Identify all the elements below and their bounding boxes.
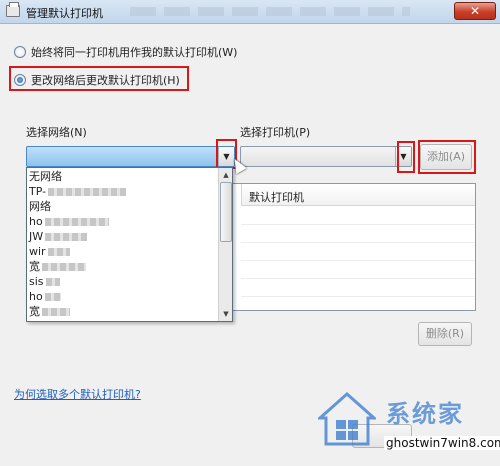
option-always-same[interactable]: 始终将同一打印机用作我的默认打印机(W) (14, 44, 237, 60)
close-button[interactable]: ✕ (454, 2, 496, 20)
select-printer-label: 选择打印机(P) (240, 126, 311, 139)
printer-icon (6, 2, 20, 17)
network-dropdown-list[interactable]: 无网络 TP- 网络 ho JW wir 宽 sis ho 宽 ▲ ▼ (26, 167, 233, 322)
window-title: 管理默认打印机 (26, 7, 103, 20)
network-combobox[interactable]: ▼ (26, 146, 235, 167)
grid-line (241, 296, 475, 297)
list-item[interactable]: sis (29, 274, 60, 289)
list-item[interactable]: 无网络 (29, 169, 62, 184)
blurred-text (45, 233, 88, 241)
radio-always-same[interactable] (14, 46, 26, 58)
printer-combobox[interactable]: ▼ (240, 146, 412, 167)
scroll-thumb[interactable] (220, 182, 232, 242)
watermark-url: ghostwin7win8.com (384, 436, 500, 450)
blurred-text (45, 278, 60, 286)
delete-button[interactable]: 删除(R) (418, 322, 472, 346)
grid-line (241, 278, 475, 279)
highlight-box-add-button (418, 140, 476, 174)
blurred-text (42, 263, 86, 271)
grid-line (241, 224, 475, 225)
option-always-same-label: 始终将同一打印机用作我的默认打印机(W) (31, 46, 238, 59)
option-change-on-network-label: 更改网络后更改默认打印机(H) (31, 74, 180, 87)
option-change-on-network[interactable]: 更改网络后更改默认打印机(H) (14, 72, 180, 88)
blurred-text (44, 218, 109, 226)
windows-logo-icon (318, 392, 376, 446)
list-item[interactable]: ho (29, 289, 61, 304)
select-network-label: 选择网络(N) (26, 126, 87, 139)
radio-change-on-network[interactable] (14, 74, 26, 86)
scroll-up-arrow-icon[interactable]: ▲ (220, 169, 232, 181)
grid-line (241, 260, 475, 261)
scroll-down-arrow-icon[interactable]: ▼ (220, 308, 232, 320)
printer-list-header: 默认打印机 (241, 184, 475, 206)
watermark-text: 系统家 (386, 400, 464, 428)
list-item[interactable]: ho (29, 214, 109, 229)
list-item[interactable]: wir (29, 244, 70, 259)
list-item[interactable]: 网络 (29, 199, 51, 214)
title-bar: 管理默认打印机 ✕ (0, 0, 500, 24)
blurred-title-region (130, 7, 410, 16)
list-item[interactable]: JW (29, 229, 88, 244)
blurred-text (42, 308, 70, 316)
dropdown-scrollbar[interactable]: ▲ ▼ (218, 168, 232, 321)
list-item[interactable]: 宽 (29, 259, 86, 274)
blurred-text (44, 293, 61, 301)
highlight-box-printer-arrow (397, 141, 415, 173)
list-item[interactable]: TP- (29, 184, 127, 199)
blurred-text (48, 188, 127, 196)
blurred-text (47, 248, 70, 256)
help-link[interactable]: 为何选取多个默认打印机? (14, 386, 141, 402)
grid-line (241, 242, 475, 243)
list-item[interactable]: 宽 (29, 304, 70, 319)
default-printer-column-header: 默认打印机 (249, 191, 304, 204)
